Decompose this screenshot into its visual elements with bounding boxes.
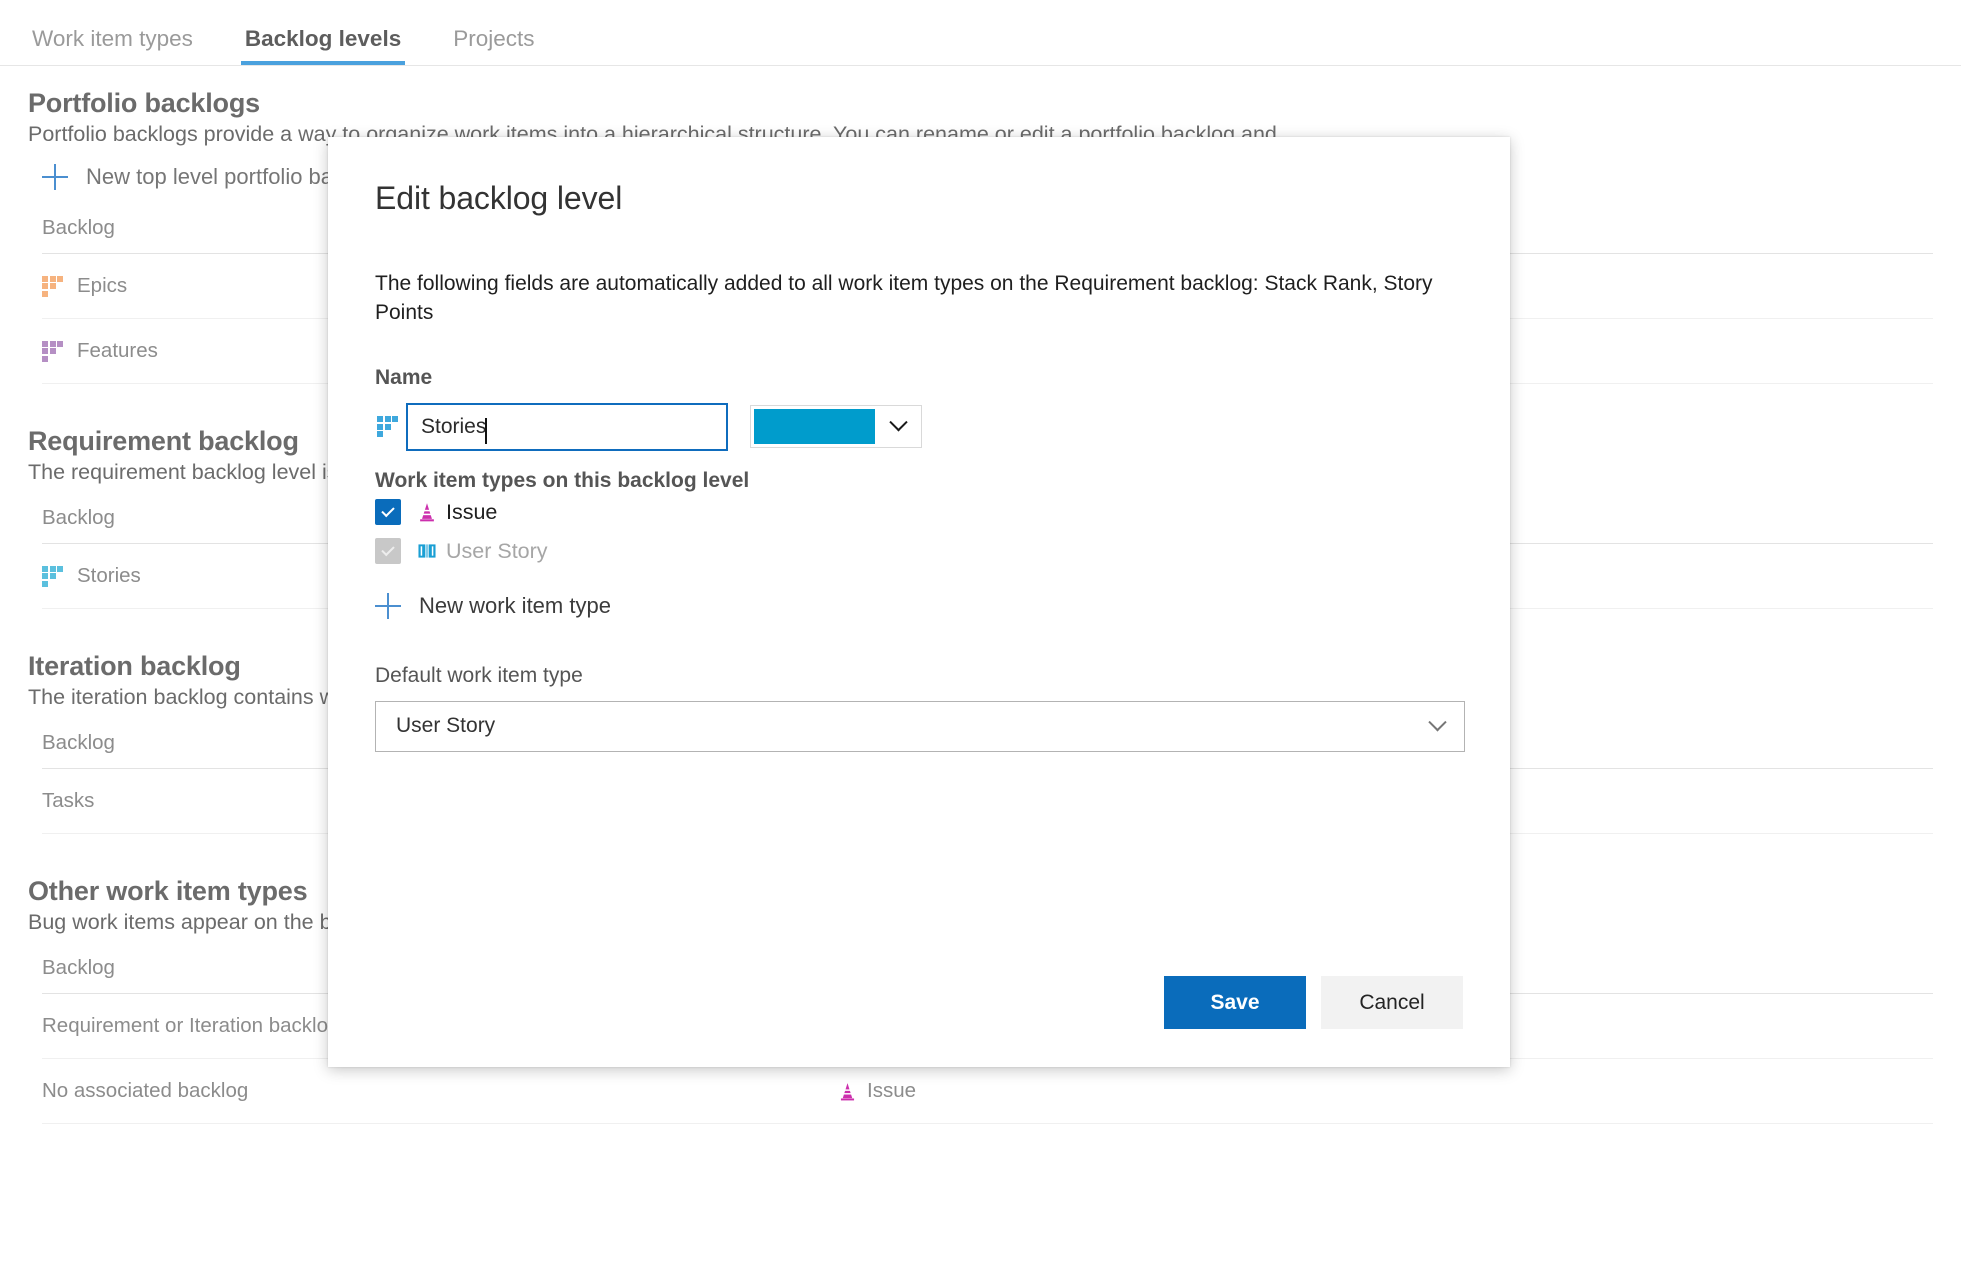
tab-label: Projects [453,26,535,51]
backlog-grid-icon [42,275,63,297]
text-caret [485,417,487,444]
name-input[interactable]: Stories [406,402,728,451]
issue-cone-icon [414,501,440,523]
default-work-item-type-select[interactable]: User Story [375,700,1465,752]
work-item-types-section-label: Work item types on this backlog level [375,468,750,492]
tab-projects[interactable]: Projects [449,26,538,65]
work-item-type-label: User Story [446,538,548,563]
row-label: Tasks [42,789,95,812]
cancel-button[interactable]: Cancel [1321,976,1463,1029]
issue-cone-icon [837,1081,858,1102]
chevron-down-icon [875,406,921,447]
backlog-grid-icon [42,565,63,587]
dialog-title: Edit backlog level [375,180,623,216]
name-field-label: Name [375,365,433,389]
row-label: Requirement or Iteration backlog [42,1014,340,1037]
app-root: Work item types Backlog levels Projects … [0,0,1961,1262]
backlog-color-picker[interactable] [750,405,922,449]
row-name-cell: No associated backlog [42,1079,837,1103]
row-label: Features [77,339,158,362]
tab-backlog-levels[interactable]: Backlog levels [240,26,406,65]
work-item-type-checkbox-user-story: User Story [375,532,1463,571]
work-item-type-checkbox-issue[interactable]: Issue [375,493,1463,532]
row-label: No associated backlog [42,1079,249,1102]
tab-label: Backlog levels [244,26,402,51]
dialog-action-bar: Save Cancel [1164,976,1463,1029]
plus-icon [375,592,401,619]
dialog-lead-text: The following fields are automatically a… [375,272,1433,324]
dialog-body: The following fields are automatically a… [328,270,1510,752]
tab-label: Work item types [32,26,193,51]
chevron-down-icon [1428,713,1447,732]
page-title: Portfolio backlogs [28,88,260,118]
row-work-item-type-cell: Issue [837,1079,916,1103]
tab-work-item-types[interactable]: Work item types [28,26,197,65]
new-work-item-type-button[interactable]: New work item type [375,592,611,619]
edit-backlog-level-dialog: Edit backlog level The following fields … [328,137,1510,1067]
row-wit-label: Issue [867,1079,916,1102]
tab-bar: Work item types Backlog levels Projects [0,0,1961,66]
save-button[interactable]: Save [1164,976,1306,1029]
row-label: Epics [77,274,128,297]
name-input-value: Stories [421,414,487,438]
table-row[interactable]: No associated backlog Issue [42,1059,1933,1124]
plus-icon [42,164,68,190]
row-label: Stories [77,564,141,587]
default-work-item-type-label: Default work item type [375,663,583,687]
backlog-grid-icon [42,340,63,362]
book-icon [414,540,440,562]
checkbox [375,538,401,565]
new-work-item-type-label: New work item type [419,592,611,618]
work-item-type-label: Issue [446,499,498,524]
default-work-item-type-value: User Story [396,714,496,738]
name-field-row: Stories [375,402,1463,451]
color-swatch [754,409,875,445]
checkbox[interactable] [375,499,401,526]
backlog-grid-icon [377,416,398,438]
